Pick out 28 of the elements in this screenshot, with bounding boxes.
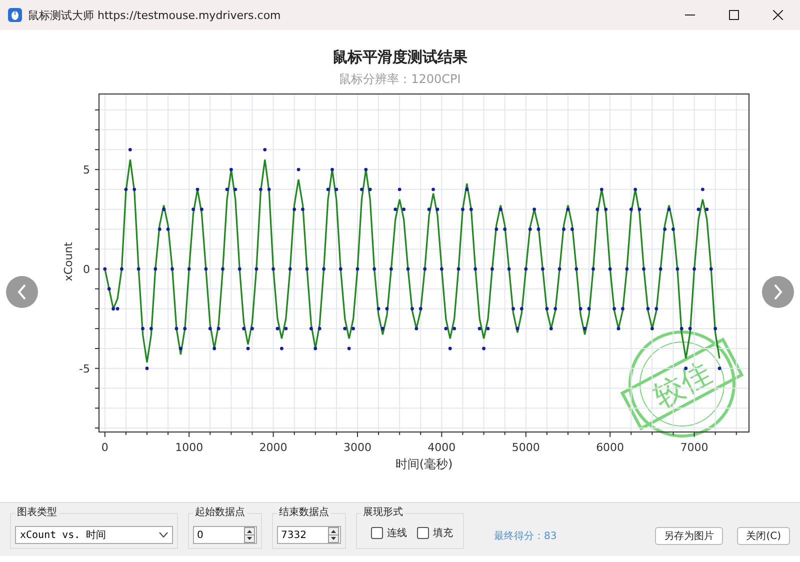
final-score: 最终得分：83	[494, 530, 557, 543]
end-point-field[interactable]: 7332	[277, 526, 341, 544]
checkbox-option[interactable]: 连线	[371, 526, 407, 540]
group-label: 展现形式	[361, 505, 405, 519]
dialog-button[interactable]: 关闭(C)	[737, 527, 790, 545]
y-tick-label: -5	[78, 362, 90, 376]
x-tick-label: 7000	[680, 441, 708, 454]
x-axis-label: 时间(毫秒)	[394, 457, 452, 471]
start-point-field[interactable]: 0	[193, 526, 257, 544]
y-tick-label: 0	[82, 262, 90, 276]
chart-type-dropdown[interactable]: xCount vs. 时间	[15, 526, 173, 544]
window-title: 鼠标测试大师 https://testmouse.mydrivers.com	[28, 8, 281, 22]
x-tick-label: 0	[100, 441, 108, 454]
x-tick-label: 5000	[511, 441, 540, 454]
x-tick-label: 1000	[174, 441, 203, 454]
chart-subtitle: 鼠标分辨率：1200CPI	[339, 71, 461, 88]
group-label: 结束数据点	[277, 505, 331, 519]
y-tick-label: 5	[82, 164, 90, 177]
checkbox-option[interactable]: 填充	[417, 526, 453, 540]
group-label: 图表类型	[15, 505, 59, 519]
x-tick-label: 4000	[427, 441, 456, 454]
dialog-button[interactable]: 另存为图片	[655, 527, 724, 545]
x-tick-label: 2000	[258, 441, 287, 454]
x-tick-label: 6000	[596, 441, 624, 454]
x-tick-label: 3000	[342, 441, 371, 454]
y-axis-label: xCount	[62, 242, 74, 282]
chart-title: 鼠标平滑度测试结果	[332, 48, 468, 67]
group-label: 起始数据点	[193, 505, 247, 519]
